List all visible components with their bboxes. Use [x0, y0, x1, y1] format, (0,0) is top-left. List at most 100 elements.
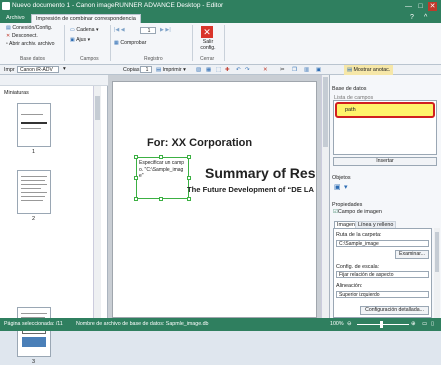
add-icon[interactable]: ✚ [225, 65, 229, 75]
copy-icon[interactable]: ❐ [292, 65, 297, 75]
summary-subtitle: The Future Development of “DE LA [187, 185, 314, 194]
summary-heading: Summary of Res [205, 165, 316, 181]
layout-icon[interactable]: ▧ [196, 65, 201, 75]
thumbnail-page-number: 1 [32, 149, 36, 155]
zoom-slider[interactable] [357, 324, 409, 325]
copies-field[interactable]: 1 [140, 66, 152, 73]
maximize-button[interactable]: □ [416, 2, 425, 11]
image-field-label: Ajus [76, 37, 87, 43]
scale-setting-label: Config. de escala: [336, 264, 380, 270]
undo-icon[interactable]: ↶ [236, 65, 240, 75]
insert-button[interactable]: Insertar [333, 157, 437, 166]
cut-icon[interactable]: ✂ [280, 65, 284, 75]
alignment-select[interactable]: Superior izquierdo [336, 291, 429, 298]
redo-icon[interactable]: ↷ [245, 65, 249, 75]
disconnect-button[interactable]: ✕ Desconect. [6, 33, 38, 40]
document-page[interactable]: For: XX Corporation Especificar un campo… [112, 81, 317, 318]
record-number-field[interactable]: 1 [140, 27, 156, 34]
thumbnail-page-number: 2 [32, 216, 36, 222]
objects-dropdown-icon[interactable]: ▾ [344, 183, 348, 191]
alignment-label: Alineación: [336, 283, 363, 289]
database-icon: ▤ [6, 25, 11, 31]
thumb-line [21, 114, 43, 115]
image-field-placeholder[interactable]: Especificar un campo. "C:\Sample_image" [136, 157, 189, 199]
page-thumbnail-3[interactable] [17, 307, 51, 357]
text-field-button[interactable]: ▭ Cadena ▾ [70, 27, 99, 34]
first-record-button[interactable]: |◀ ◀ [114, 27, 125, 34]
collapse-ribbon-icon[interactable]: ^ [424, 14, 427, 21]
next-record-button[interactable]: ▶ ▶| [160, 27, 171, 34]
zoom-out-icon[interactable]: ⊖ [347, 321, 351, 327]
close-button[interactable]: ✕ [428, 2, 437, 11]
open-db-file-label: Abrir archiv. archivo [9, 41, 55, 47]
window-title: Nuevo documento 1 - Canon imageRUNNER AD… [12, 2, 224, 9]
group-label-fields: Campos [80, 56, 99, 62]
tab-merge-print[interactable]: Impresión de combinar correspondencia [31, 14, 141, 23]
document-scrollbar[interactable] [321, 75, 329, 318]
folder-path-field[interactable]: C:\Sample_image [336, 240, 429, 247]
resize-handle[interactable] [159, 155, 163, 159]
open-file-icon: ▫ [6, 41, 8, 47]
resize-handle[interactable] [159, 197, 163, 201]
thumb-line [21, 180, 45, 181]
thumb-line [21, 200, 43, 201]
resize-handle[interactable] [187, 197, 191, 201]
help-icon[interactable]: ? [410, 14, 414, 21]
scroll-thumb[interactable] [323, 77, 328, 147]
fit-width-icon[interactable]: ▯ [431, 321, 434, 327]
thumb-line [21, 122, 47, 124]
resize-handle[interactable] [134, 155, 138, 159]
text-field-label: Cadena [76, 27, 95, 33]
tab-file[interactable]: Archivo [2, 14, 29, 23]
resize-handle[interactable] [134, 197, 138, 201]
resize-handle[interactable] [134, 176, 138, 180]
resize-handle[interactable] [187, 176, 191, 180]
printer-select[interactable]: Canon iR-ADV [17, 66, 59, 73]
printer-icon: ▤ [156, 67, 162, 73]
image-icon[interactable]: ▣ [316, 65, 321, 75]
image-field-button[interactable]: ▣ Ajus ▾ [70, 37, 90, 44]
minimize-button[interactable]: — [404, 2, 413, 11]
printer-dropdown-icon[interactable]: ▾ [63, 64, 66, 74]
grid-icon[interactable]: ▦ [206, 65, 211, 75]
zoom-slider-handle[interactable] [380, 321, 383, 328]
thumb-chart [22, 337, 46, 347]
resize-handle[interactable] [187, 155, 191, 159]
check-button[interactable]: ▦ Comprobar [114, 40, 146, 47]
properties-scrollbar[interactable] [434, 228, 440, 318]
field-list-item-selected[interactable]: path [335, 102, 435, 118]
print-button[interactable]: ▤ Imprimir ▾ [156, 65, 186, 75]
fit-page-icon[interactable]: ▭ [422, 321, 427, 327]
thumbnail-scrollbar[interactable] [93, 86, 101, 318]
select-icon[interactable]: ⬚ [216, 65, 221, 75]
open-db-file-button[interactable]: ▫ Abrir archiv. archivo [6, 41, 54, 48]
detailed-settings-button[interactable]: Configuración detallada... [360, 306, 429, 315]
status-bar: Página seleccionada: /11 Nombre de archi… [0, 318, 441, 331]
scroll-thumb[interactable] [95, 96, 100, 120]
delete-icon[interactable]: ✕ [263, 65, 267, 75]
field-list-item-label: path [345, 107, 356, 113]
field-list[interactable]: path [333, 100, 437, 155]
page-thumbnail-1[interactable] [17, 103, 51, 147]
print-button-label: Imprimir [162, 67, 182, 73]
connect-config-label: Conexión/Config. [12, 25, 53, 31]
database-file-status: Nombre de archivo de base de datos: Sapm… [76, 321, 209, 327]
show-notes-button[interactable]: ▤ Mostrar anotac. [344, 65, 394, 75]
show-notes-label: Mostrar anotac. [353, 67, 391, 73]
connect-config-button[interactable]: ▤ Conexión/Config. [6, 25, 52, 32]
document-area: For: XX Corporation Especificar un campo… [108, 75, 321, 318]
paste-icon[interactable]: ▥ [304, 65, 309, 75]
image-field-checkbox-label: Campo de imagen [337, 209, 382, 215]
scale-setting-select[interactable]: Fijar relación de aspecto [336, 271, 429, 278]
notes-icon: ▤ [347, 67, 353, 73]
ribbon-tabs: Archivo Impresión de combinar correspond… [0, 13, 441, 23]
objects-icon[interactable]: ▣ [334, 183, 341, 191]
scroll-thumb[interactable] [435, 232, 439, 272]
browse-button[interactable]: Examinar... [395, 250, 429, 259]
page-thumbnail-2[interactable] [17, 170, 51, 214]
zoom-in-icon[interactable]: ⊕ [411, 321, 415, 327]
image-field-checkbox[interactable]: ☑Campo de imagen [333, 209, 382, 215]
separator [224, 25, 225, 61]
thumb-line [21, 196, 45, 197]
exit-config-icon[interactable]: ✕ [201, 26, 213, 38]
